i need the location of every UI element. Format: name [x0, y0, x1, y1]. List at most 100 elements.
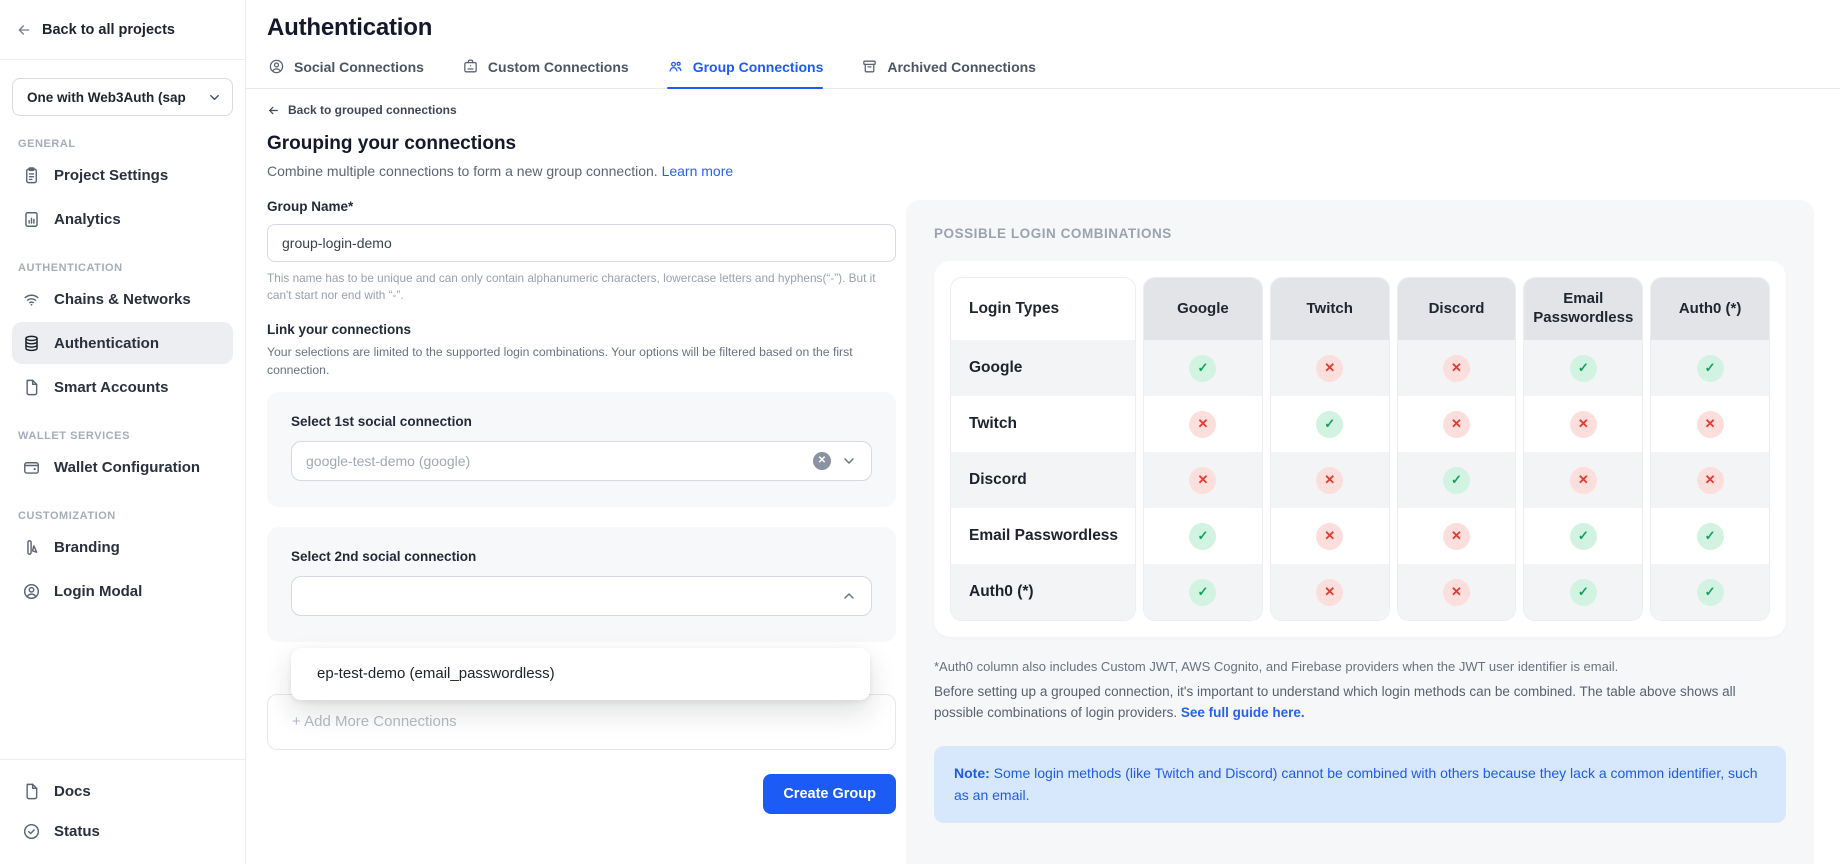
cross-icon: ✕ — [1316, 523, 1343, 550]
sidebar-section-label: WALLET SERVICES — [18, 430, 227, 442]
check-icon: ✓ — [1189, 355, 1216, 382]
auth0-footnote: *Auth0 column also includes Custom JWT, … — [934, 659, 1786, 674]
combo-column-login-types: Login TypesGoogleTwitchDiscordEmail Pass… — [950, 277, 1136, 621]
combinations-table-card: Login TypesGoogleTwitchDiscordEmail Pass… — [934, 261, 1786, 637]
sidebar-item-smart-accounts[interactable]: Smart Accounts — [12, 366, 233, 408]
check-circle-icon — [22, 822, 41, 841]
combo-row-label: Twitch — [951, 396, 1135, 452]
add-more-connections-button[interactable]: + Add More Connections — [267, 694, 896, 750]
content-row: Back to grouped connections Grouping you… — [246, 89, 1840, 864]
combo-cell: ✕ — [1651, 452, 1769, 508]
tab-archived-connections[interactable]: Archived Connections — [861, 58, 1036, 88]
combo-cell: ✓ — [1524, 340, 1642, 396]
check-icon: ✓ — [1189, 523, 1216, 550]
archive-icon — [861, 58, 878, 75]
check-icon: ✓ — [1697, 355, 1724, 382]
chevron-up-icon — [841, 588, 857, 604]
connection-dropdown-menu: ep-test-demo (email_passwordless) — [291, 648, 870, 700]
sidebar-section-label: GENERAL — [18, 138, 227, 150]
cross-icon: ✕ — [1443, 411, 1470, 438]
combinations-description-text: Before setting up a grouped connection, … — [934, 684, 1736, 720]
cross-icon: ✕ — [1443, 355, 1470, 382]
back-to-grouped-connections-label: Back to grouped connections — [288, 103, 457, 117]
create-group-button[interactable]: Create Group — [763, 774, 896, 814]
sidebar-item-label: Chains & Networks — [54, 291, 191, 308]
combo-cell: ✓ — [1651, 340, 1769, 396]
tab-group-connections[interactable]: Group Connections — [667, 58, 824, 88]
sidebar-item-project-settings[interactable]: Project Settings — [12, 154, 233, 196]
form-subtitle-text: Combine multiple connections to form a n… — [267, 163, 658, 179]
note-callout: Note: Some login methods (like Twitch an… — [934, 746, 1786, 823]
combo-cell: ✕ — [1651, 396, 1769, 452]
sidebar-item-label: Wallet Configuration — [54, 459, 200, 476]
sidebar-item-label: Authentication — [54, 335, 159, 352]
cross-icon: ✕ — [1189, 467, 1216, 494]
combo-cell: ✕ — [1271, 508, 1389, 564]
app-window: Back to all projects One with Web3Auth (… — [0, 0, 1840, 864]
sidebar-item-label: Smart Accounts — [54, 379, 168, 396]
combo-column-header: Auth0 (*) — [1651, 278, 1769, 340]
back-to-grouped-connections-link[interactable]: Back to grouped connections — [267, 103, 896, 117]
tab-label: Social Connections — [294, 59, 424, 75]
see-full-guide-link[interactable]: See full guide here. — [1181, 705, 1305, 720]
combo-cell: ✓ — [1271, 396, 1389, 452]
project-selector-value: One with Web3Auth (sap — [27, 90, 201, 105]
combo-column-header: Twitch — [1271, 278, 1389, 340]
sidebar-item-login-modal[interactable]: Login Modal — [12, 570, 233, 612]
learn-more-link[interactable]: Learn more — [662, 163, 734, 179]
cross-icon: ✕ — [1570, 411, 1597, 438]
combo-cell: ✕ — [1524, 452, 1642, 508]
form-actions: Create Group — [267, 774, 896, 814]
tab-label: Custom Connections — [488, 59, 629, 75]
combo-cell: ✕ — [1144, 452, 1262, 508]
sidebar-item-status[interactable]: Status — [12, 812, 233, 850]
cross-icon: ✕ — [1443, 579, 1470, 606]
combo-row-label: Discord — [951, 452, 1135, 508]
note-text: Some login methods (like Twitch and Disc… — [954, 765, 1758, 803]
combo-row-label: Email Passwordless — [951, 508, 1135, 564]
combinations-table: Login TypesGoogleTwitchDiscordEmail Pass… — [950, 277, 1770, 621]
combinations-description: Before setting up a grouped connection, … — [934, 682, 1786, 724]
first-connection-label: Select 1st social connection — [291, 414, 872, 429]
back-to-all-projects-label: Back to all projects — [42, 22, 175, 38]
second-connection-select[interactable] — [291, 576, 872, 616]
sidebar-section-label: AUTHENTICATION — [18, 262, 227, 274]
wifi-icon — [22, 290, 41, 309]
tab-social-connections[interactable]: Social Connections — [268, 58, 424, 88]
combo-cell: ✕ — [1398, 508, 1516, 564]
cross-icon: ✕ — [1189, 411, 1216, 438]
first-connection-select[interactable]: google-test-demo (google) ✕ — [291, 441, 872, 481]
sidebar-item-authentication[interactable]: Authentication — [12, 322, 233, 364]
chevron-down-icon — [841, 453, 857, 469]
user-circle-icon — [22, 582, 41, 601]
chart-icon — [22, 210, 41, 229]
second-connection-label: Select 2nd social connection — [291, 549, 872, 564]
brand-icon — [22, 538, 41, 557]
combo-column-twitch: Twitch✕✓✕✕✕ — [1270, 277, 1390, 621]
group-name-input[interactable] — [267, 224, 896, 262]
combo-column-header: Email Passwordless — [1524, 278, 1642, 340]
check-icon: ✓ — [1697, 579, 1724, 606]
sidebar-item-wallet-configuration[interactable]: Wallet Configuration — [12, 446, 233, 488]
project-selector[interactable]: One with Web3Auth (sap — [12, 78, 233, 116]
cross-icon: ✕ — [1443, 523, 1470, 550]
tab-label: Group Connections — [693, 59, 824, 75]
clear-selection-icon[interactable]: ✕ — [813, 452, 831, 470]
combo-cell: ✓ — [1144, 564, 1262, 620]
combo-cell: ✕ — [1271, 340, 1389, 396]
link-connections-heading: Link your connections — [267, 322, 896, 337]
sidebar-item-chains-networks[interactable]: Chains & Networks — [12, 278, 233, 320]
combo-cell: ✕ — [1524, 396, 1642, 452]
combo-cell: ✕ — [1398, 340, 1516, 396]
main-content: Authentication Social ConnectionsCustom … — [246, 0, 1840, 864]
check-icon: ✓ — [1570, 579, 1597, 606]
sidebar-item-docs[interactable]: Docs — [12, 772, 233, 810]
dropdown-option-ep-test-demo[interactable]: ep-test-demo (email_passwordless) — [291, 654, 870, 694]
sidebar-item-branding[interactable]: Branding — [12, 526, 233, 568]
back-to-all-projects-link[interactable]: Back to all projects — [0, 0, 245, 60]
tab-custom-connections[interactable]: Custom Connections — [462, 58, 629, 88]
badge-icon — [462, 58, 479, 75]
sidebar-item-label: Status — [54, 823, 100, 840]
sidebar-item-analytics[interactable]: Analytics — [12, 198, 233, 240]
combo-cell: ✓ — [1651, 564, 1769, 620]
